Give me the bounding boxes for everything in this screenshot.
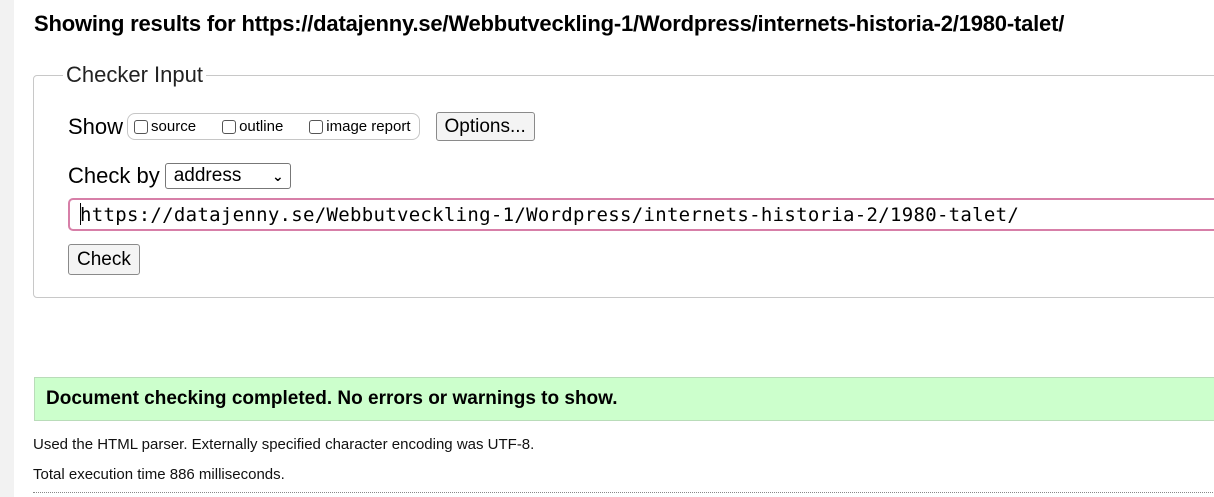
url-input-value: https://datajenny.se/Webbutveckling-1/Wo…	[80, 204, 1020, 226]
options-button[interactable]: Options...	[435, 112, 535, 141]
dotted-divider	[33, 492, 1214, 493]
check-by-row: Check by address ⌄	[68, 163, 291, 189]
outline-checkbox[interactable]	[222, 119, 237, 134]
image-report-checkbox-label: image report	[326, 118, 411, 135]
check-by-selected-value: address	[173, 165, 242, 186]
results-heading: Showing results for https://datajenny.se…	[34, 11, 1065, 36]
show-label: Show	[68, 113, 124, 139]
parser-info: Used the HTML parser. Externally specifi…	[33, 436, 535, 453]
status-message-box: Document checking completed. No errors o…	[34, 377, 1214, 421]
image-report-checkbox[interactable]	[309, 119, 324, 134]
url-input[interactable]: https://datajenny.se/Webbutveckling-1/Wo…	[68, 198, 1214, 231]
execution-time-info: Total execution time 886 milliseconds.	[33, 466, 285, 483]
show-outline-option[interactable]: outline	[222, 118, 283, 135]
check-button[interactable]: Check	[68, 244, 140, 275]
show-options-row: Show source outline image report Options…	[68, 112, 535, 141]
status-message: Document checking completed. No errors o…	[46, 388, 618, 409]
chevron-down-icon: ⌄	[271, 167, 284, 184]
checker-input-legend: Checker Input	[66, 62, 203, 87]
source-checkbox[interactable]	[134, 119, 149, 134]
show-options-group: source outline image report	[127, 113, 420, 140]
source-checkbox-label: source	[151, 118, 197, 135]
outline-checkbox-label: outline	[239, 118, 284, 135]
check-by-label: Check by	[68, 163, 160, 188]
show-source-option[interactable]: source	[134, 118, 196, 135]
window-left-edge	[0, 0, 14, 497]
show-image-report-option[interactable]: image report	[309, 118, 411, 135]
check-by-select[interactable]: address ⌄	[164, 163, 291, 189]
